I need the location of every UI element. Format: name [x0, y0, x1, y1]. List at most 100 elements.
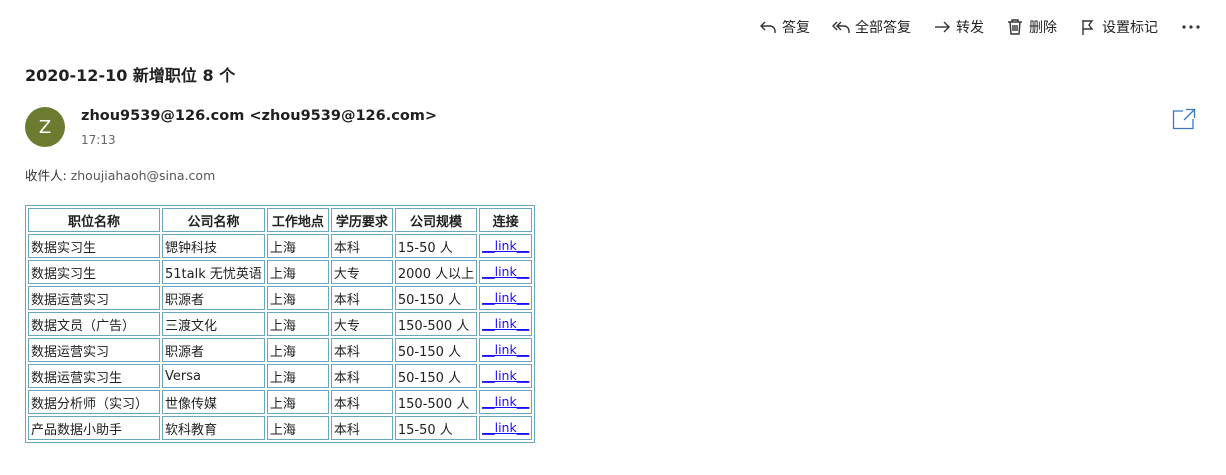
company-cell: 软科教育 [162, 416, 265, 440]
job-title-cell: 产品数据小助手 [28, 416, 160, 440]
education-cell: 大专 [330, 260, 393, 284]
reply-all-icon [832, 21, 850, 33]
location-cell: 上海 [266, 364, 329, 388]
company-cell: 三渡文化 [162, 312, 265, 336]
location-cell: 上海 [266, 286, 329, 310]
company-cell: 职源者 [162, 338, 265, 362]
job-title-cell: 数据运营实习 [28, 286, 160, 310]
company-cell: 世像传媒 [162, 390, 265, 414]
jobs-table: 职位名称 公司名称 工作地点 学历要求 公司规模 连接 数据实习生 锶钟科技 上… [25, 205, 536, 443]
company-cell: Versa [162, 364, 265, 388]
reply-icon [760, 21, 776, 33]
company-size-cell: 15-50 人 [394, 416, 478, 440]
header-education: 学历要求 [330, 208, 393, 232]
education-cell: 本科 [330, 390, 393, 414]
more-actions-button[interactable] [1180, 24, 1202, 30]
table-row: 数据实习生 51talk 无忧英语 上海 大专 2000 人以上 __link_… [28, 260, 533, 284]
reply-all-label: 全部答复 [855, 20, 911, 36]
message-time: 17:13 [81, 133, 116, 147]
company-size-cell: 15-50 人 [394, 234, 478, 258]
education-cell: 本科 [330, 338, 393, 362]
company-cell: 锶钟科技 [162, 234, 265, 258]
header-location: 工作地点 [266, 208, 329, 232]
job-title-cell: 数据运营实习 [28, 338, 160, 362]
company-cell: 职源者 [162, 286, 265, 310]
to-label: 收件人: [25, 168, 67, 183]
job-link[interactable]: __link__ [482, 316, 529, 331]
popout-icon [1172, 108, 1196, 130]
trash-icon [1008, 19, 1022, 35]
company-size-cell: 150-500 人 [394, 390, 478, 414]
reply-button[interactable]: 答复 [759, 17, 810, 37]
company-size-cell: 150-500 人 [394, 312, 478, 336]
reply-all-button[interactable]: 全部答复 [832, 17, 911, 37]
delete-label: 删除 [1029, 20, 1057, 36]
location-cell: 上海 [266, 338, 329, 362]
avatar-initial: Z [38, 116, 52, 138]
link-cell: __link__ [479, 390, 533, 414]
header-company: 公司名称 [162, 208, 265, 232]
job-link[interactable]: __link__ [482, 290, 529, 305]
table-row: 数据文员（广告） 三渡文化 上海 大专 150-500 人 __link__ [28, 312, 533, 336]
recipient-line: 收件人: zhoujiahaoh@sina.com [25, 165, 215, 184]
job-link[interactable]: __link__ [482, 368, 529, 383]
job-link[interactable]: __link__ [482, 238, 529, 253]
link-cell: __link__ [479, 286, 533, 310]
link-cell: __link__ [479, 364, 533, 388]
recipient-address[interactable]: zhoujiahaoh@sina.com [71, 168, 216, 183]
flag-button[interactable]: 设置标记 [1079, 17, 1158, 37]
more-dots-icon [1182, 25, 1200, 29]
table-row: 数据分析师（实习） 世像传媒 上海 本科 150-500 人 __link__ [28, 390, 533, 414]
reply-label: 答复 [782, 20, 810, 36]
company-size-cell: 50-150 人 [394, 364, 478, 388]
company-size-cell: 2000 人以上 [394, 260, 478, 284]
table-row: 产品数据小助手 软科教育 上海 本科 15-50 人 __link__ [28, 416, 533, 440]
job-title-cell: 数据分析师（实习） [28, 390, 160, 414]
table-header-row: 职位名称 公司名称 工作地点 学历要求 公司规模 连接 [28, 208, 533, 232]
job-link[interactable]: __link__ [482, 394, 529, 409]
location-cell: 上海 [266, 312, 329, 336]
job-link[interactable]: __link__ [482, 264, 529, 279]
link-cell: __link__ [479, 234, 533, 258]
flag-icon [1082, 20, 1094, 35]
flag-label: 设置标记 [1102, 20, 1158, 36]
table-row: 数据运营实习生 Versa 上海 本科 50-150 人 __link__ [28, 364, 533, 388]
header-job-title: 职位名称 [28, 208, 160, 232]
forward-label: 转发 [956, 20, 984, 36]
location-cell: 上海 [266, 234, 329, 258]
delete-button[interactable]: 删除 [1006, 17, 1057, 37]
forward-button[interactable]: 转发 [933, 17, 984, 37]
location-cell: 上海 [266, 390, 329, 414]
job-title-cell: 数据运营实习生 [28, 364, 160, 388]
table-row: 数据运营实习 职源者 上海 本科 50-150 人 __link__ [28, 338, 533, 362]
forward-arrow-icon [935, 21, 950, 33]
table-row: 数据实习生 锶钟科技 上海 本科 15-50 人 __link__ [28, 234, 533, 258]
job-title-cell: 数据文员（广告） [28, 312, 160, 336]
job-title-cell: 数据实习生 [28, 234, 160, 258]
education-cell: 本科 [330, 364, 393, 388]
education-cell: 本科 [330, 234, 393, 258]
link-cell: __link__ [479, 260, 533, 284]
education-cell: 本科 [330, 416, 393, 440]
job-title-cell: 数据实习生 [28, 260, 160, 284]
sender-address[interactable]: zhou9539@126.com <zhou9539@126.com> [81, 108, 437, 124]
table-row: 数据运营实习 职源者 上海 本科 50-150 人 __link__ [28, 286, 533, 310]
header-company-size: 公司规模 [394, 208, 478, 232]
link-cell: __link__ [479, 338, 533, 362]
company-size-cell: 50-150 人 [394, 286, 478, 310]
link-cell: __link__ [479, 416, 533, 440]
job-link[interactable]: __link__ [482, 342, 529, 357]
company-cell: 51talk 无忧英语 [162, 260, 265, 284]
sender-avatar[interactable]: Z [25, 107, 65, 147]
link-cell: __link__ [479, 312, 533, 336]
header-link: 连接 [479, 208, 533, 232]
location-cell: 上海 [266, 416, 329, 440]
message-toolbar: 答复 全部答复 转发 删除 设置标记 [759, 14, 1202, 40]
open-in-new-window-button[interactable] [1172, 108, 1196, 130]
education-cell: 大专 [330, 312, 393, 336]
job-link[interactable]: __link__ [482, 420, 529, 435]
company-size-cell: 50-150 人 [394, 338, 478, 362]
education-cell: 本科 [330, 286, 393, 310]
message-subject: 2020-12-10 新增职位 8 个 [25, 66, 236, 85]
location-cell: 上海 [266, 260, 329, 284]
